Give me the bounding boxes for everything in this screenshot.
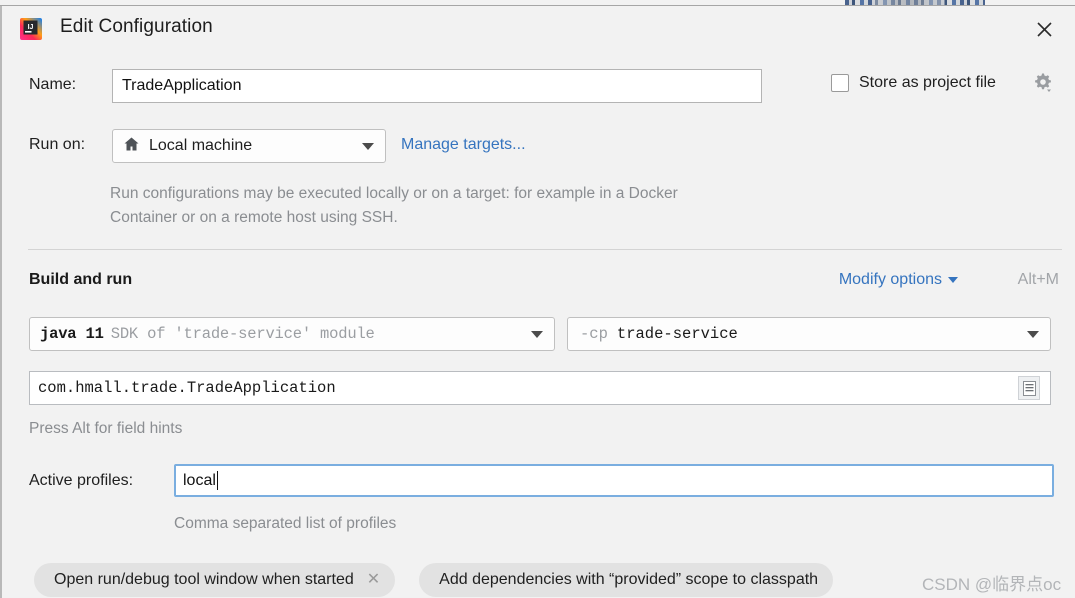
close-button[interactable] [1027, 14, 1061, 44]
chevron-down-icon [948, 277, 958, 283]
chevron-down-icon [362, 143, 374, 150]
build-and-run-heading: Build and run [29, 271, 133, 288]
active-profiles-label: Active profiles: [29, 472, 134, 489]
dialog-titlebar: IJ Edit Configuration [2, 6, 1075, 50]
field-hints-text: Press Alt for field hints [29, 420, 183, 437]
jdk-primary-value: java 11 [40, 325, 104, 343]
parent-window-blurred-fragment [875, 0, 945, 5]
manage-targets-link[interactable]: Manage targets... [401, 136, 526, 154]
dialog-title: Edit Configuration [60, 16, 213, 37]
close-icon [1036, 21, 1052, 37]
intellij-idea-icon: IJ [19, 17, 43, 41]
store-as-project-file-checkbox[interactable] [831, 74, 849, 92]
store-as-project-file-row: Store as project file [831, 74, 996, 92]
modify-options-link[interactable]: Modify options [839, 271, 958, 289]
run-on-label: Run on: [29, 136, 86, 153]
document-list-icon[interactable] [1018, 376, 1040, 400]
close-icon[interactable]: ✕ [367, 572, 380, 588]
text-cursor [216, 471, 219, 490]
section-divider [28, 249, 1062, 250]
chip-add-provided-scope-dependencies[interactable]: Add dependencies with “provided” scope t… [419, 563, 834, 597]
run-on-value: Local machine [149, 137, 253, 154]
store-as-project-file-label: Store as project file [859, 74, 996, 91]
active-profiles-hint: Comma separated list of profiles [174, 515, 397, 532]
classpath-value: trade-service [616, 325, 738, 343]
classpath-dropdown[interactable]: -cp trade-service [567, 317, 1051, 351]
jdk-dropdown[interactable]: java 11 SDK of 'trade-service' module [29, 317, 555, 351]
chevron-down-icon [531, 331, 543, 338]
edit-configuration-dialog: IJ Edit Configuration Name: Store as pro… [0, 6, 1075, 598]
svg-text:IJ: IJ [28, 24, 34, 31]
chip-label: Open run/debug tool window when started [54, 571, 354, 588]
run-on-dropdown[interactable]: Local machine [112, 129, 386, 163]
chip-open-run-debug-tool-window[interactable]: Open run/debug tool window when started … [34, 563, 396, 597]
name-label: Name: [29, 76, 77, 93]
name-input[interactable] [112, 69, 762, 103]
modify-options-shortcut: Alt+M [1017, 271, 1059, 288]
jdk-secondary-value: SDK of 'trade-service' module [110, 325, 375, 343]
chevron-down-icon [1027, 331, 1039, 338]
gear-icon[interactable] [1033, 72, 1053, 98]
watermark: CSDN @临界点oc [922, 575, 1062, 594]
chip-label: Add dependencies with “provided” scope t… [439, 571, 819, 588]
modify-options-label: Modify options [838, 271, 942, 288]
active-profiles-value: local [183, 471, 216, 489]
option-chips-row: Open run/debug tool window when started … [34, 563, 834, 597]
run-on-description: Run configurations may be executed local… [110, 185, 678, 226]
main-class-field[interactable]: com.hmall.trade.TradeApplication [29, 371, 1051, 405]
classpath-flag: -cp [580, 325, 608, 343]
main-class-value: com.hmall.trade.TradeApplication [38, 379, 336, 397]
home-icon [123, 136, 140, 156]
active-profiles-input[interactable]: local [174, 464, 1054, 497]
